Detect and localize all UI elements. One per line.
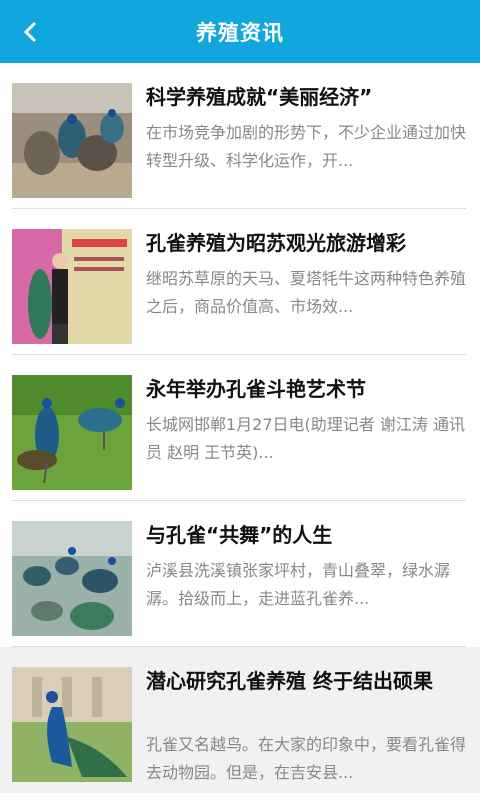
article-summary: 孔雀又名越鸟。在大家的印象中，要看孔雀得去动物园。但是，在吉安县... [146,735,467,782]
app-header: 养殖资讯 [0,0,480,63]
article-list: 科学养殖成就“美丽经济” 在市场竞争加剧的形势下，不少企业通过加快转型升级、科学… [0,63,480,800]
list-item[interactable]: 与孔雀“共舞”的人生 泸溪县洗溪镇张家坪村，青山叠翠，绿水潺潺。拾级而上，走进蓝… [0,501,480,647]
list-item[interactable]: 孔雀养殖为昭苏观光旅游增彩 继昭苏草原的天马、夏塔牦牛这两种特色养殖之后，商品价… [0,209,480,355]
article-summary: 长城网邯郸1月27日电(助理记者 谢江涛 通讯员 赵明 王节英)... [146,415,465,462]
article-thumbnail [12,667,132,782]
list-item[interactable]: 永年举办孔雀斗艳艺术节 长城网邯郸1月27日电(助理记者 谢江涛 通讯员 赵明 … [0,355,480,501]
article-summary: 继昭苏草原的天马、夏塔牦牛这两种特色养殖之后，商品价值高、市场效... [146,269,467,316]
article-title: 永年举办孔雀斗艳艺术节 [146,377,366,401]
article-summary: 泸溪县洗溪镇张家坪村，青山叠翠，绿水潺潺。拾级而上，走进蓝孔雀养... [146,561,451,608]
page-title: 养殖资讯 [196,20,284,45]
article-summary: 在市场竞争加剧的形势下，不少企业通过加快转型升级、科学化运作，开... [146,123,467,170]
back-button[interactable] [0,0,60,63]
article-title: 与孔雀“共舞”的人生 [146,523,333,547]
list-item[interactable]: 科学养殖成就“美丽经济” 在市场竞争加剧的形势下，不少企业通过加快转型升级、科学… [0,63,480,209]
list-item[interactable]: 潜心研究孔雀养殖 终于结出硕果 孔雀又名越鸟。在大家的印象中，要看孔雀得去动物园… [0,647,480,793]
article-thumbnail [12,521,132,636]
article-thumbnail [12,229,132,344]
article-thumbnail [12,83,132,198]
article-title: 潜心研究孔雀养殖 终于结出硕果 [146,669,433,693]
article-title: 科学养殖成就“美丽经济” [146,85,373,109]
article-title: 孔雀养殖为昭苏观光旅游增彩 [146,231,406,255]
article-thumbnail [12,375,132,490]
back-arrow-icon [24,22,36,41]
